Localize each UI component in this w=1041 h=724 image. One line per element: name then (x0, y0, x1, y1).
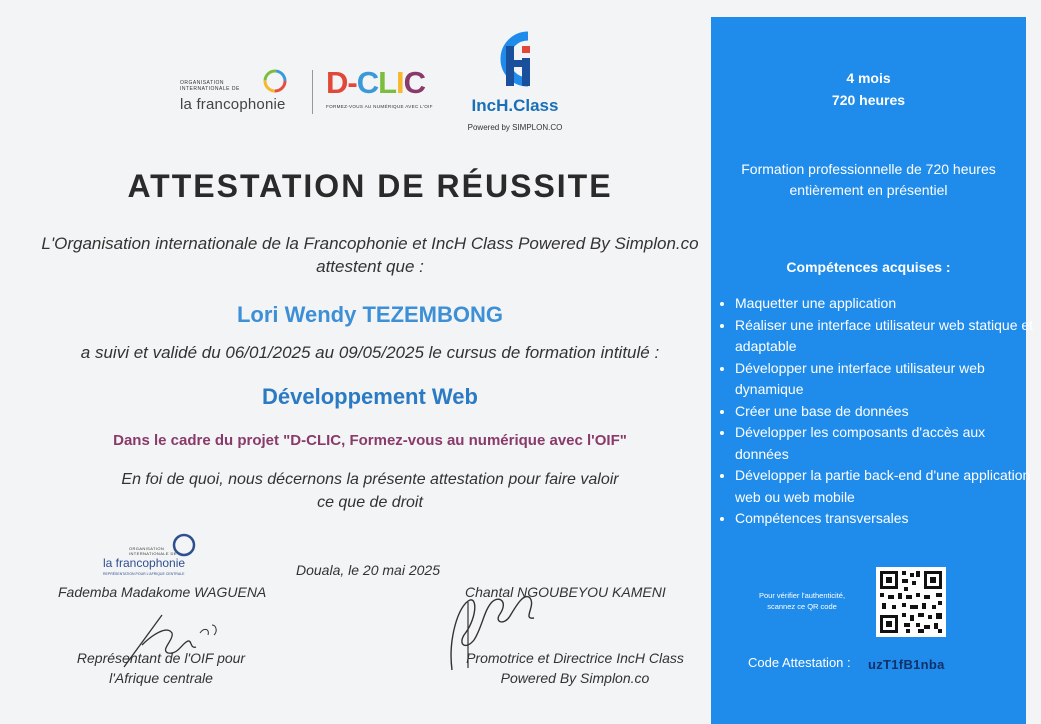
verify-instructions: Pour vérifier l'authenticité, scannez ce… (758, 591, 846, 611)
skill-item: Créer une base de données (735, 401, 1035, 423)
oif-logo-name: la francophonie (180, 96, 286, 113)
logo-divider (312, 70, 313, 114)
code-value: uzT1fB1nba (868, 657, 945, 672)
dclic-logo-word: D-CLIC (326, 65, 426, 100)
certificate-page: ORGANISATION INTERNATIONALE DE la franco… (0, 0, 1041, 724)
skill-item: Réaliser une interface utilisateur web s… (735, 315, 1035, 358)
oif-small-logo-name: la francophonie (103, 556, 186, 570)
oif-signature-logo: ORGANISATION INTERNATIONALE DE la franco… (103, 532, 203, 582)
skill-item: Développer les composants d'accès aux do… (735, 422, 1035, 465)
skill-item: Développer la partie back-end d'une appl… (735, 465, 1035, 508)
course-title: Développement Web (262, 384, 478, 409)
skills-title: Compétences acquises : (786, 259, 951, 275)
dclic-tagline: FORMEZ-VOUS AU NUMÉRIQUE AVEC L'OIF (326, 104, 433, 109)
info-panel: 4 mois 720 heures Formation professionne… (711, 17, 1033, 724)
project-line: Dans le cadre du projet "D-CLIC, Formez-… (113, 432, 627, 449)
issue-date: Douala, le 20 mai 2025 (296, 562, 440, 578)
qr-code-icon[interactable] (876, 567, 946, 637)
recipient-name: Lori Wendy TEZEMBONG (236, 302, 504, 327)
dclic-logo: D-CLIC FORMEZ-VOUS AU NUMÉRIQUE AVEC L'O… (326, 65, 433, 118)
formation-description: Formation professionnelle de 720 heures … (741, 161, 996, 198)
oif-logo-small-text: ORGANISATION INTERNATIONALE DE (180, 80, 240, 92)
code-label: Code Attestation : (748, 655, 851, 670)
duration-months: 4 mois (846, 70, 891, 86)
certificate-intro: L'Organisation internationale de la Fran… (41, 234, 699, 276)
left-signatory-role: Représentant de l'OIF pour l'Afrique cen… (76, 650, 246, 686)
inch-class-logo: IncH.Class Powered by SIMPLON.CO (462, 26, 572, 138)
inch-powered-by: Powered by SIMPLON.CO (467, 123, 563, 132)
closing-statement: En foi de quoi, nous décernons la présen… (121, 471, 619, 511)
duration-hours: 720 heures (831, 92, 906, 108)
duration-block: 4 mois 720 heures (711, 67, 1026, 111)
oif-small-logo-sub: REPRÉSENTATION POUR L'AFRIQUE CENTRALE (103, 572, 185, 576)
oif-ring-icon (263, 69, 287, 93)
certificate-title: ATTESTATION DE RÉUSSITE (127, 168, 613, 204)
oif-small-logo-label: ORGANISATION INTERNATIONALE DE (129, 546, 177, 556)
skills-list: Maquetter une application Réaliser une i… (719, 293, 1035, 530)
cursus-line: a suivi et validé du 06/01/2025 au 09/05… (80, 343, 660, 362)
skill-item: Maquetter une application (735, 293, 1035, 315)
right-signatory-role: Promotrice et Directrice IncH Class Powe… (466, 650, 684, 686)
oif-logo: ORGANISATION INTERNATIONALE DE la franco… (180, 66, 300, 118)
skill-item: Compétences transversales (735, 508, 1035, 530)
skill-item: Développer une interface utilisateur web… (735, 358, 1035, 401)
inch-class-name: IncH.Class (471, 96, 559, 115)
left-signatory-name: Fademba Madakome WAGUENA (58, 584, 267, 600)
inch-class-mark-icon (500, 31, 530, 87)
